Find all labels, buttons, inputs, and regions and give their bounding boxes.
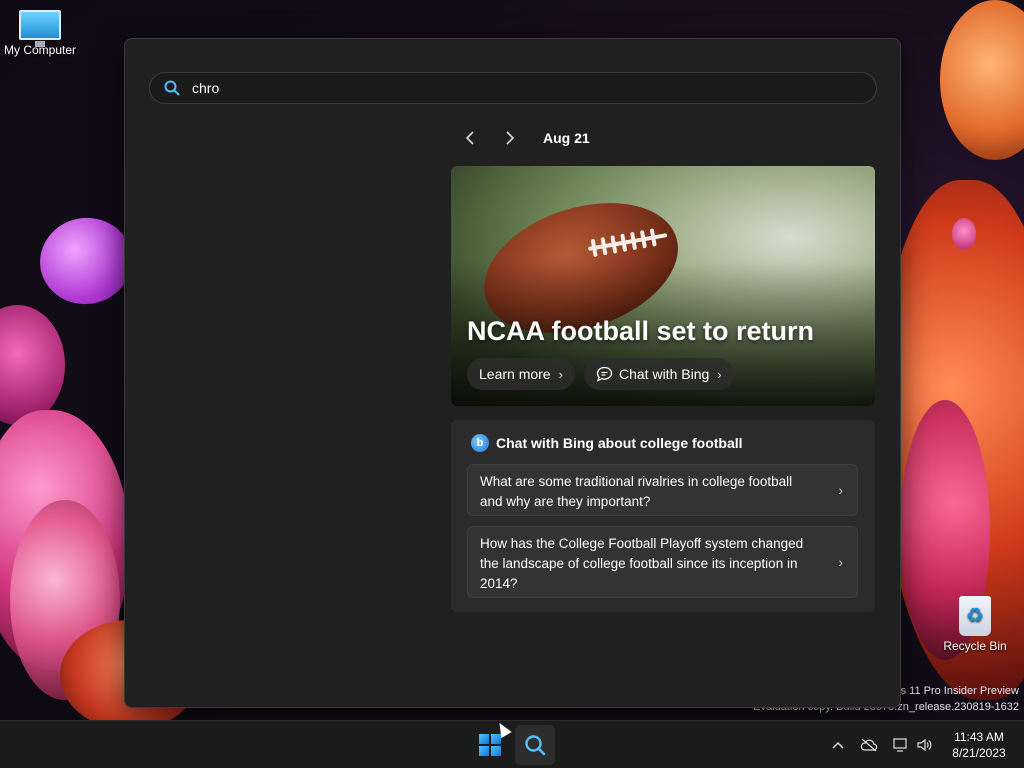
chat-with-bing-button[interactable]: Chat with Bing › bbox=[584, 358, 734, 390]
speaker-icon bbox=[917, 738, 932, 752]
chevron-right-icon: › bbox=[717, 366, 722, 382]
chevron-right-icon: › bbox=[558, 366, 563, 382]
search-input[interactable] bbox=[192, 80, 792, 96]
question-text: How has the College Football Playoff sys… bbox=[480, 536, 804, 591]
wallpaper-shape bbox=[0, 305, 65, 425]
clock-time: 11:43 AM bbox=[954, 730, 1004, 744]
show-hidden-icons-button[interactable] bbox=[826, 733, 850, 757]
hero-card[interactable]: NCAA football set to return Learn more ›… bbox=[451, 166, 875, 406]
monitor-icon bbox=[19, 10, 61, 47]
chevron-left-icon bbox=[465, 131, 474, 145]
chat-with-bing-label: Chat with Bing bbox=[619, 366, 710, 382]
desktop-icon-my-computer[interactable]: My Computer bbox=[0, 10, 80, 57]
chat-card-header: b Chat with Bing about college football bbox=[471, 434, 743, 452]
wallpaper-shape bbox=[33, 210, 139, 312]
onedrive-button[interactable] bbox=[857, 733, 881, 757]
suggested-question[interactable]: How has the College Football Playoff sys… bbox=[467, 526, 858, 598]
search-box[interactable] bbox=[149, 72, 877, 104]
system-clock[interactable]: 11:43 AM 8/21/2023 bbox=[940, 729, 1018, 761]
bing-chat-card: b Chat with Bing about college football … bbox=[451, 420, 875, 612]
watermark-line-1: s 11 Pro Insider Preview bbox=[900, 685, 1019, 697]
search-icon bbox=[164, 80, 180, 96]
taskbar-search-button[interactable] bbox=[515, 725, 555, 765]
taskbar: 11:43 AM 8/21/2023 bbox=[0, 720, 1024, 768]
desktop-icon-recycle-bin[interactable]: ♻ Recycle Bin bbox=[935, 596, 1015, 653]
search-panel: Aug 21 NCAA football set to return Learn… bbox=[124, 38, 901, 708]
chevron-right-icon bbox=[506, 131, 515, 145]
clock-date: 8/21/2023 bbox=[952, 746, 1006, 760]
cloud-offline-icon bbox=[860, 738, 878, 752]
volume-button[interactable] bbox=[912, 733, 936, 757]
chat-bubble-icon bbox=[596, 366, 613, 382]
bing-logo-icon: b bbox=[471, 434, 489, 452]
search-icon bbox=[525, 735, 546, 756]
chevron-right-icon: › bbox=[838, 482, 843, 498]
windows-logo-icon bbox=[479, 734, 501, 756]
chevron-right-icon: › bbox=[838, 554, 843, 570]
question-text: What are some traditional rivalries in c… bbox=[480, 474, 793, 509]
next-day-button[interactable] bbox=[495, 127, 525, 149]
chat-card-title: Chat with Bing about college football bbox=[496, 435, 743, 451]
previous-day-button[interactable] bbox=[455, 127, 485, 149]
suggested-question[interactable]: What are some traditional rivalries in c… bbox=[467, 464, 858, 516]
hero-title: NCAA football set to return bbox=[467, 316, 814, 346]
learn-more-button[interactable]: Learn more › bbox=[467, 358, 575, 390]
network-button[interactable] bbox=[889, 733, 913, 757]
date-navigation: Aug 21 bbox=[455, 127, 590, 149]
wallpaper-shape bbox=[952, 218, 976, 250]
learn-more-label: Learn more bbox=[479, 366, 551, 382]
wallpaper-shape bbox=[940, 0, 1024, 160]
chevron-up-icon bbox=[832, 741, 844, 749]
recycle-bin-icon: ♻ bbox=[959, 596, 991, 636]
network-icon bbox=[893, 738, 907, 752]
current-date: Aug 21 bbox=[543, 130, 590, 146]
desktop-icon-label: Recycle Bin bbox=[943, 639, 1007, 653]
